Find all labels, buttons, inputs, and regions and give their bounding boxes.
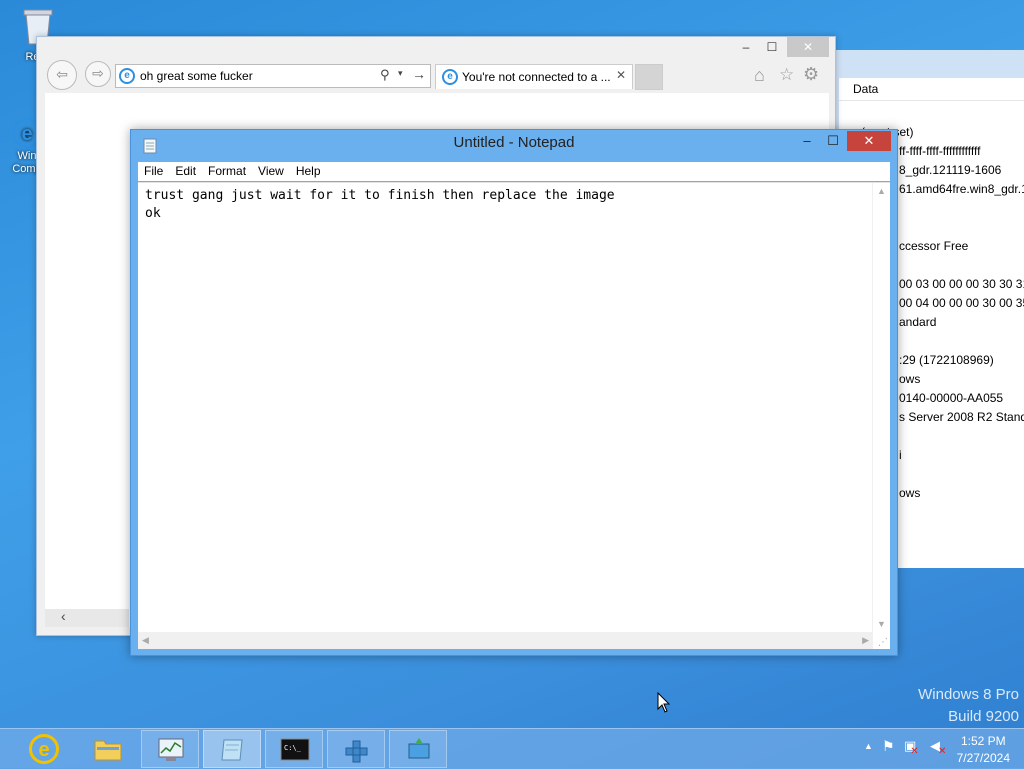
system-tray: ▲ ⚑ ▣✕ ◀✕ 1:52 PM 7/27/2024 — [834, 729, 1024, 769]
internet-explorer-icon: e — [29, 734, 59, 764]
reg-value-7: andard — [899, 315, 937, 329]
network-disconnected-icon[interactable]: ▣✕ — [904, 738, 925, 757]
back-arrow-icon: ⇦ — [56, 66, 68, 82]
scroll-up-icon[interactable]: ▲ — [877, 186, 886, 196]
home-icon[interactable]: ⌂ — [754, 65, 765, 86]
tab-ie-icon: e — [442, 69, 458, 85]
tab-title: You're not connected to a ... — [462, 70, 611, 84]
volume-muted-icon[interactable]: ◀✕ — [930, 738, 948, 757]
menu-format[interactable]: Format — [202, 162, 252, 181]
address-bar[interactable]: e oh great some fucker ⚲ ▾ → — [115, 64, 431, 88]
windows-watermark: Windows 8 Pro Build 9200 — [918, 684, 1019, 728]
notepad-title: Untitled - Notepad — [453, 134, 575, 151]
address-text[interactable]: oh great some fucker — [140, 69, 253, 83]
clock-time: 1:52 PM — [960, 734, 1006, 748]
scroll-left-icon[interactable]: ‹ — [61, 608, 66, 624]
show-hidden-icons-button[interactable]: ▲ — [864, 741, 873, 751]
tab-close-icon[interactable]: ✕ — [616, 68, 626, 82]
tab-active[interactable]: e You're not connected to a ... ✕ — [435, 64, 633, 89]
clock[interactable]: 1:52 PM 7/27/2024 — [957, 733, 1010, 767]
scroll-left-arrow-icon[interactable]: ◀ — [142, 635, 149, 646]
reg-value-2: 8_gdr.121119-1606 — [899, 163, 1002, 177]
notepad-close-button[interactable]: ✕ — [847, 131, 891, 151]
reg-value-8: :29 (1722108969) — [899, 353, 994, 367]
new-tab-button[interactable] — [635, 64, 663, 90]
reg-value-10: 0140-00000-AA055 — [899, 391, 1004, 405]
taskbar-remote-tool[interactable] — [389, 730, 447, 768]
reg-value-9: ows — [899, 372, 921, 386]
menu-file[interactable]: File — [138, 162, 169, 181]
mouse-cursor-icon — [657, 692, 671, 713]
remote-tool-icon — [408, 738, 430, 759]
watermark-edition: Windows 8 Pro — [918, 686, 1019, 703]
notepad-edit-area[interactable]: trust gang just wait for it to finish th… — [138, 182, 890, 649]
reg-value-3: 61.amd64fre.win8_gdr.1 — [899, 182, 1024, 196]
reg-value-12: i — [899, 448, 902, 462]
menu-view[interactable]: View — [252, 162, 290, 181]
search-icon[interactable]: ⚲ — [380, 67, 390, 83]
taskbar: e C:\_ ▲ ⚑ ▣✕ ◀✕ 1:52 PM 7/27/2024 — [0, 728, 1024, 769]
notepad-minimize-button[interactable]: – — [797, 131, 817, 151]
reg-value-4: ccessor Free — [899, 239, 969, 253]
taskbar-registry-editor[interactable] — [327, 730, 385, 768]
taskbar-notepad[interactable] — [203, 730, 261, 768]
clock-date: 7/27/2024 — [956, 751, 1010, 765]
action-center-flag-icon[interactable]: ⚑ — [882, 738, 895, 755]
notepad-menubar: File Edit Format View Help — [138, 162, 890, 181]
reg-value-13: ows — [899, 486, 921, 500]
horizontal-scrollbar[interactable]: ◀ ▶ — [138, 632, 873, 649]
ie-close-button[interactable]: ✕ — [787, 37, 829, 57]
notepad-text[interactable]: trust gang just wait for it to finish th… — [145, 187, 615, 223]
reg-value-11: s Server 2008 R2 Standar — [899, 410, 1024, 424]
notepad-taskbar-icon — [221, 739, 243, 761]
taskbar-command-prompt[interactable]: C:\_ — [265, 730, 323, 768]
page-ie-icon: e — [119, 68, 135, 84]
registry-editor-icon — [345, 740, 368, 763]
taskbar-task-manager[interactable] — [141, 730, 199, 768]
menu-help[interactable]: Help — [290, 162, 327, 181]
folder-icon — [94, 740, 122, 761]
taskbar-internet-explorer[interactable]: e — [17, 730, 75, 768]
svg-text:C:\_: C:\_ — [284, 744, 302, 752]
ie-minimize-button[interactable]: – — [733, 37, 759, 57]
scroll-down-icon[interactable]: ▼ — [877, 619, 886, 629]
dropdown-arrow-icon[interactable]: ▾ — [398, 68, 403, 79]
vertical-scrollbar[interactable]: ▲ ▼ — [872, 183, 890, 632]
menu-edit[interactable]: Edit — [169, 162, 202, 181]
size-grip-icon[interactable]: ⋰ — [878, 637, 888, 648]
settings-gear-icon[interactable]: ⚙ — [803, 64, 819, 85]
data-column-header[interactable]: Data — [839, 78, 1024, 101]
go-arrow-icon[interactable]: → — [412, 66, 426, 82]
command-prompt-icon: C:\_ — [280, 738, 310, 761]
scroll-right-arrow-icon[interactable]: ▶ — [862, 635, 869, 646]
forward-arrow-icon: ⇨ — [92, 65, 104, 81]
reg-value-5: 00 03 00 00 00 30 30 31 3 — [899, 277, 1024, 291]
reg-value-6: 00 04 00 00 00 30 00 35 0 — [899, 296, 1024, 310]
favorites-star-icon[interactable]: ☆ — [779, 65, 794, 85]
taskbar-file-explorer[interactable] — [79, 730, 137, 768]
ie-maximize-button[interactable]: ☐ — [759, 37, 785, 57]
watermark-build: Build 9200 — [948, 708, 1019, 725]
task-manager-icon — [158, 738, 184, 761]
back-button[interactable]: ⇦ — [47, 60, 77, 90]
ie-horizontal-scrollbar[interactable]: ‹ — [45, 608, 129, 627]
notepad-window[interactable]: Untitled - Notepad – ☐ ✕ File Edit Format V… — [130, 129, 898, 656]
notepad-maximize-button[interactable]: ☐ — [823, 131, 843, 151]
forward-button[interactable]: ⇨ — [85, 61, 111, 87]
reg-value-1: ff-ffff-ffff-ffffffffffff — [899, 144, 981, 158]
